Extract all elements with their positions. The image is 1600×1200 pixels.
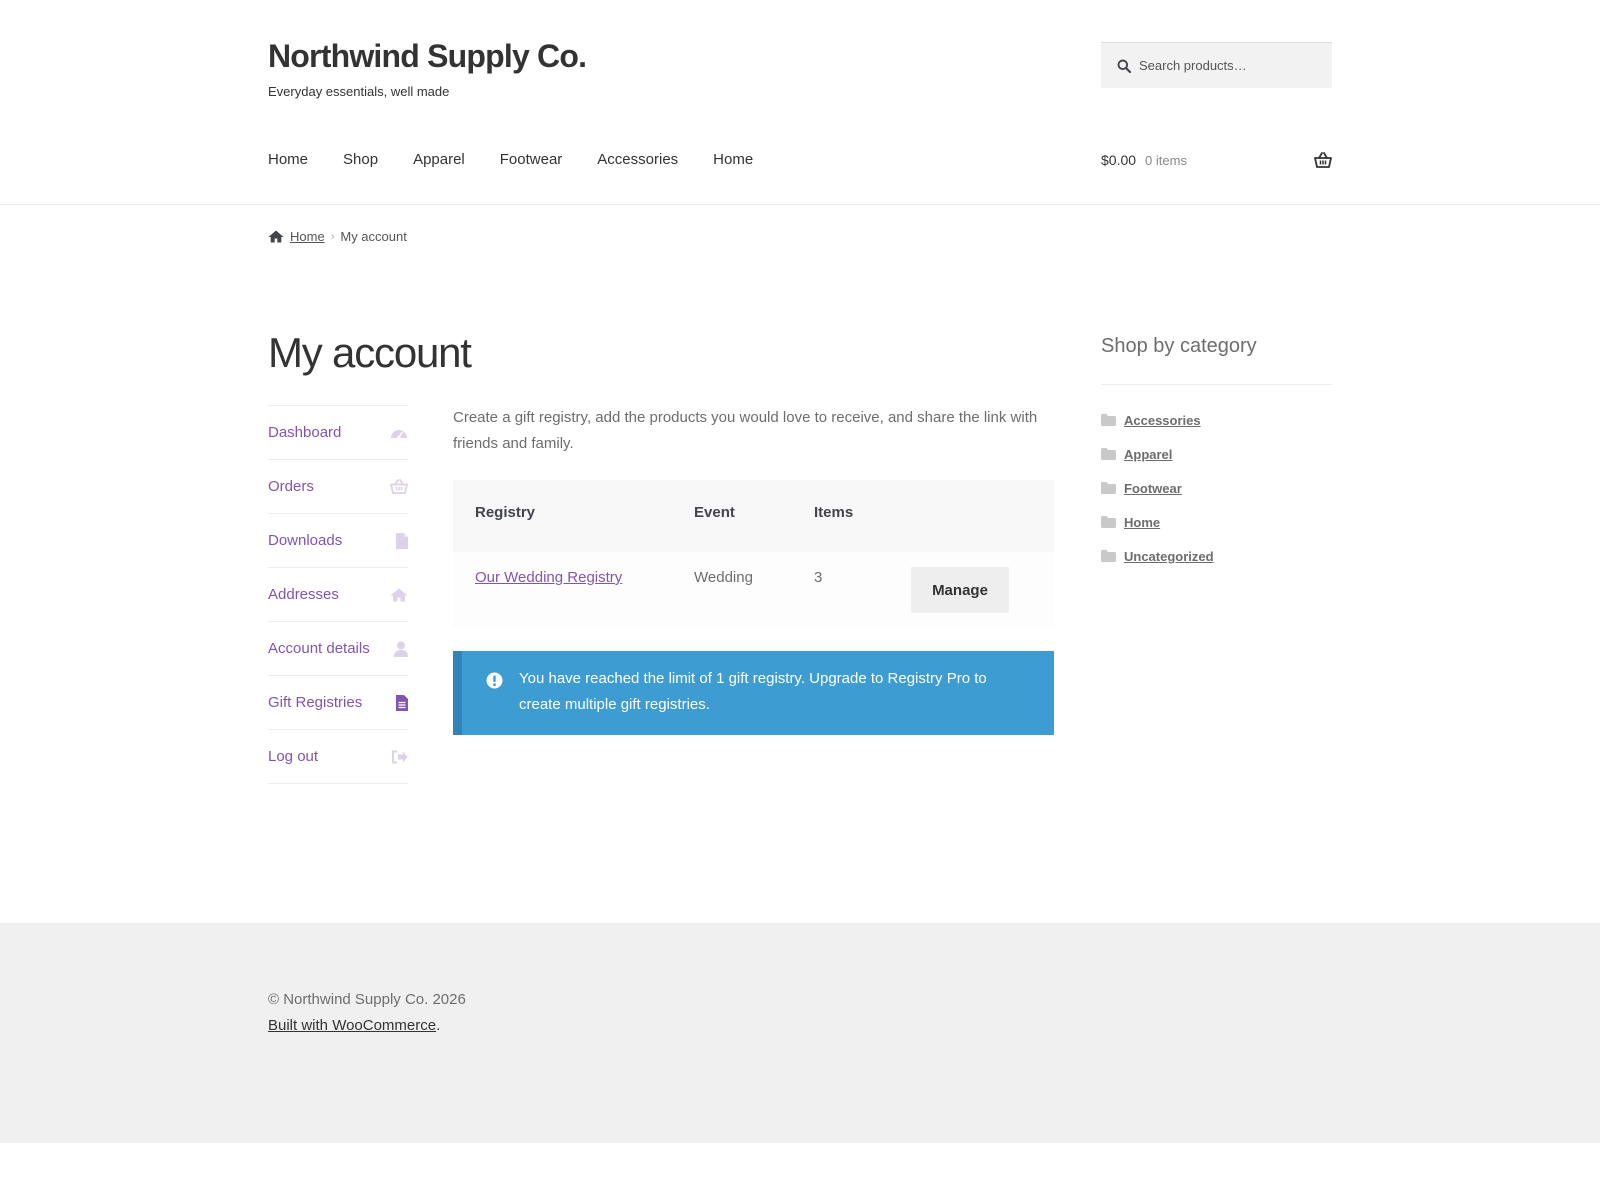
footer-copyright: © Northwind Supply Co. 2026 bbox=[268, 991, 466, 1008]
file-text-icon bbox=[396, 694, 408, 711]
cart-count: 0 items bbox=[1145, 152, 1187, 168]
category-link-home[interactable]: Home bbox=[1124, 515, 1160, 530]
account-nav-label: Addresses bbox=[268, 586, 339, 603]
account-nav-label: Gift Registries bbox=[268, 694, 363, 711]
category-link-apparel[interactable]: Apparel bbox=[1124, 447, 1172, 462]
category-link-accessories[interactable]: Accessories bbox=[1124, 413, 1201, 428]
home-icon bbox=[268, 230, 284, 243]
items-cell: 3 bbox=[814, 569, 823, 586]
footer-credit-suffix: . bbox=[436, 1017, 441, 1034]
site-title[interactable]: Northwind Supply Co. bbox=[268, 38, 587, 75]
woocommerce-link[interactable]: Built with WooCommerce bbox=[268, 1017, 436, 1034]
column-header-items: Items bbox=[814, 504, 854, 521]
account-nav-label: Downloads bbox=[268, 532, 343, 549]
table-header-row: Registry Event Items bbox=[453, 480, 1054, 552]
account-nav-downloads[interactable]: Downloads bbox=[268, 514, 408, 568]
account-nav-label: Log out bbox=[268, 748, 319, 765]
registry-name-cell: Our Wedding Registry bbox=[475, 569, 622, 586]
nav-item-footwear[interactable]: Footwear bbox=[500, 151, 563, 168]
gift-registry-intro: Create a gift registry, add the products… bbox=[453, 409, 1038, 452]
nav-item-accessories[interactable]: Accessories bbox=[597, 151, 678, 168]
account-nav-label: Account details bbox=[268, 640, 370, 657]
breadcrumb: Home › My account bbox=[268, 229, 407, 244]
search-input[interactable] bbox=[1139, 58, 1319, 73]
nav-item-home-category[interactable]: Home bbox=[713, 151, 753, 168]
event-cell: Wedding bbox=[694, 569, 753, 586]
category-link-uncategorized[interactable]: Uncategorized bbox=[1124, 549, 1214, 564]
basket-icon[interactable] bbox=[1314, 152, 1332, 168]
category-widget-title: Shop by category bbox=[1101, 335, 1257, 357]
widget-divider bbox=[1101, 384, 1332, 385]
account-nav-account-details[interactable]: Account details bbox=[268, 622, 408, 676]
account-nav-dashboard[interactable]: Dashboard bbox=[268, 406, 408, 460]
folder-icon bbox=[1101, 448, 1116, 460]
list-item: Home bbox=[1101, 505, 1214, 539]
breadcrumb-separator: › bbox=[330, 230, 335, 243]
file-icon bbox=[396, 532, 408, 549]
basket-icon bbox=[390, 479, 408, 494]
site-footer bbox=[0, 923, 1600, 1143]
list-item: Apparel bbox=[1101, 437, 1214, 471]
home-icon bbox=[390, 588, 408, 601]
nav-item-shop[interactable]: Shop bbox=[343, 151, 378, 168]
search-icon bbox=[1117, 59, 1131, 73]
registry-link[interactable]: Our Wedding Registry bbox=[475, 569, 622, 586]
category-link-footwear[interactable]: Footwear bbox=[1124, 481, 1182, 496]
folder-icon bbox=[1101, 482, 1116, 494]
header-cart[interactable]: $0.00 0 items bbox=[1101, 152, 1332, 168]
site-tagline: Everyday essentials, well made bbox=[268, 84, 450, 99]
product-search[interactable] bbox=[1101, 42, 1332, 88]
folder-icon bbox=[1101, 414, 1116, 426]
account-nav-addresses[interactable]: Addresses bbox=[268, 568, 408, 622]
account-nav-label: Dashboard bbox=[268, 424, 342, 441]
info-icon bbox=[486, 672, 503, 689]
sign-out-icon bbox=[392, 750, 408, 763]
footer-credit: Built with WooCommerce. bbox=[268, 1017, 440, 1034]
primary-nav: Home Shop Apparel Footwear Accessories H… bbox=[268, 151, 788, 168]
page-title: My account bbox=[268, 329, 472, 376]
column-header-event: Event bbox=[694, 504, 735, 521]
account-navigation: Dashboard Orders Downloads Addresses Acc… bbox=[268, 405, 408, 784]
list-item: Uncategorized bbox=[1101, 539, 1214, 573]
folder-icon bbox=[1101, 550, 1116, 562]
category-list: Accessories Apparel Footwear Home Uncate… bbox=[1101, 403, 1214, 573]
dashboard-icon bbox=[391, 429, 407, 439]
breadcrumb-current: My account bbox=[340, 229, 407, 244]
manage-button[interactable]: Manage bbox=[911, 567, 1009, 613]
table-row: Our Wedding Registry Wedding 3 Manage bbox=[453, 552, 1054, 628]
column-header-registry: Registry bbox=[475, 504, 536, 521]
list-item: Accessories bbox=[1101, 403, 1214, 437]
account-nav-label: Orders bbox=[268, 478, 314, 495]
breadcrumb-home-link[interactable]: Home bbox=[290, 229, 325, 244]
account-nav-log-out[interactable]: Log out bbox=[268, 730, 408, 784]
header-divider bbox=[0, 204, 1600, 205]
nav-item-apparel[interactable]: Apparel bbox=[413, 151, 465, 168]
notice-message: You have reached the limit of 1 gift reg… bbox=[519, 670, 987, 713]
user-icon bbox=[394, 641, 408, 657]
cart-amount: $0.00 bbox=[1101, 152, 1137, 168]
list-item: Footwear bbox=[1101, 471, 1214, 505]
registry-limit-notice: You have reached the limit of 1 gift reg… bbox=[453, 651, 1054, 735]
account-nav-gift-registries[interactable]: Gift Registries bbox=[268, 676, 408, 730]
account-nav-orders[interactable]: Orders bbox=[268, 460, 408, 514]
nav-item-home[interactable]: Home bbox=[268, 151, 308, 168]
registry-table: Registry Event Items Our Wedding Registr… bbox=[453, 480, 1054, 628]
folder-icon bbox=[1101, 516, 1116, 528]
